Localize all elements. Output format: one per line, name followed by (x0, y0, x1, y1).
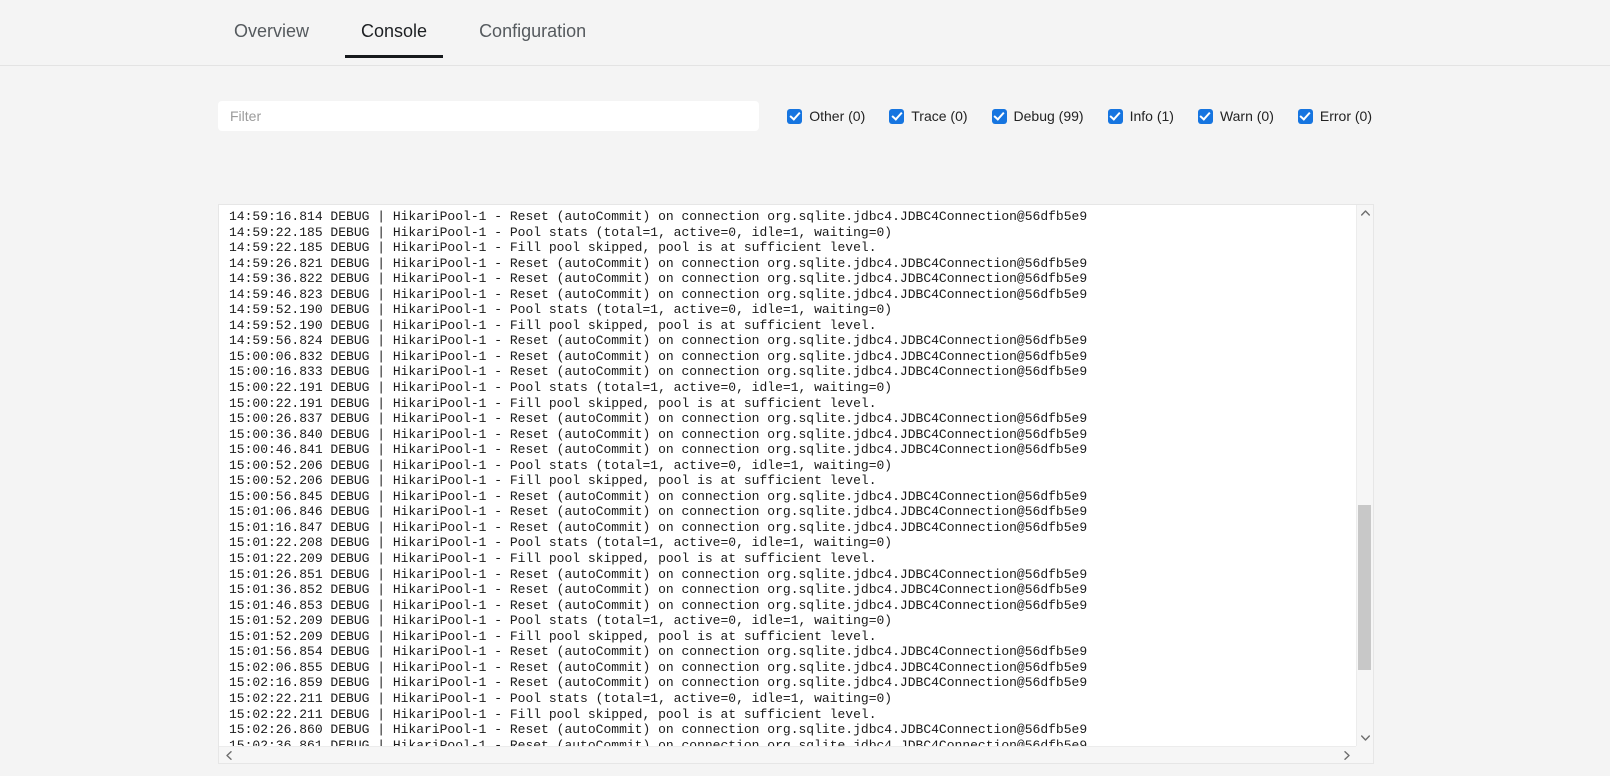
level-filter-info[interactable]: Info (1) (1107, 108, 1174, 124)
console-panel: Other (0) Trace (0) Debug (99) Info (1) … (0, 66, 1610, 776)
log-line: 15:02:26.860 DEBUG | HikariPool-1 - Rese… (229, 722, 1088, 738)
log-line: 14:59:56.824 DEBUG | HikariPool-1 - Rese… (229, 333, 1088, 349)
scrollbar-corner (1356, 746, 1373, 763)
level-filter-trace[interactable]: Trace (0) (889, 108, 968, 124)
log-line: 15:02:22.211 DEBUG | HikariPool-1 - Fill… (229, 706, 877, 722)
level-filter-other-label: Other (0) (809, 108, 866, 124)
log-line: 15:01:52.209 DEBUG | HikariPool-1 - Pool… (229, 613, 893, 629)
log-line: 15:00:06.832 DEBUG | HikariPool-1 - Rese… (229, 348, 1088, 364)
chevron-left-icon[interactable] (221, 747, 237, 763)
log-line: 15:00:16.833 DEBUG | HikariPool-1 - Rese… (229, 364, 1088, 380)
log-line: 15:01:16.847 DEBUG | HikariPool-1 - Rese… (229, 519, 1088, 535)
log-line: 14:59:26.821 DEBUG | HikariPool-1 - Rese… (229, 255, 1088, 271)
log-line: 14:59:16.814 DEBUG | HikariPool-1 - Rese… (229, 209, 1088, 224)
log-line: 15:01:22.209 DEBUG | HikariPool-1 - Fill… (229, 551, 877, 567)
tab-configuration[interactable]: Configuration (463, 0, 602, 58)
log-line: 15:00:22.191 DEBUG | HikariPool-1 - Fill… (229, 395, 877, 411)
log-line: 15:01:46.853 DEBUG | HikariPool-1 - Rese… (229, 597, 1088, 613)
log-line: 15:00:52.206 DEBUG | HikariPool-1 - Pool… (229, 457, 893, 473)
checkbox-debug[interactable] (991, 108, 1007, 124)
checkbox-other[interactable] (787, 108, 803, 124)
tab-console-label: Console (361, 21, 428, 41)
log-line: 15:00:22.191 DEBUG | HikariPool-1 - Pool… (229, 380, 893, 396)
log-vertical-scrollbar[interactable] (1356, 205, 1373, 746)
log-line: 15:00:46.841 DEBUG | HikariPool-1 - Rese… (229, 442, 1088, 458)
log-line: 15:00:52.206 DEBUG | HikariPool-1 - Fill… (229, 473, 877, 489)
log-level-filters: Other (0) Trace (0) Debug (99) Info (1) … (787, 108, 1372, 124)
log-line: 15:00:26.837 DEBUG | HikariPool-1 - Rese… (229, 411, 1088, 427)
tab-bar: Overview Console Configuration (0, 0, 1610, 66)
chevron-up-icon[interactable] (1357, 205, 1373, 221)
level-filter-debug[interactable]: Debug (99) (991, 108, 1084, 124)
checkbox-trace[interactable] (889, 108, 905, 124)
log-line: 15:02:22.211 DEBUG | HikariPool-1 - Pool… (229, 690, 893, 706)
log-line: 15:02:36.861 DEBUG | HikariPool-1 - Rese… (229, 737, 1088, 746)
log-line: 15:01:36.852 DEBUG | HikariPool-1 - Rese… (229, 582, 1088, 598)
checkbox-error[interactable] (1297, 108, 1313, 124)
checkbox-info[interactable] (1107, 108, 1123, 124)
log-line: 15:01:06.846 DEBUG | HikariPool-1 - Rese… (229, 504, 1088, 520)
tab-overview[interactable]: Overview (218, 0, 325, 58)
level-filter-trace-label: Trace (0) (911, 108, 968, 124)
log-line: 15:01:22.208 DEBUG | HikariPool-1 - Pool… (229, 535, 893, 551)
level-filter-warn[interactable]: Warn (0) (1197, 108, 1274, 124)
level-filter-error[interactable]: Error (0) (1297, 108, 1372, 124)
log-horizontal-scrollbar[interactable] (219, 746, 1373, 763)
log-line: 14:59:36.822 DEBUG | HikariPool-1 - Rese… (229, 271, 1088, 287)
level-filter-debug-label: Debug (99) (1013, 108, 1084, 124)
log-output-panel: 14:59:16.814 DEBUG | HikariPool-1 - Rese… (218, 204, 1374, 764)
tab-overview-label: Overview (234, 21, 310, 41)
log-line: 15:00:36.840 DEBUG | HikariPool-1 - Rese… (229, 426, 1088, 442)
log-line: 15:01:56.854 DEBUG | HikariPool-1 - Rese… (229, 644, 1088, 660)
level-filter-info-label: Info (1) (1129, 108, 1174, 124)
log-line: 14:59:22.185 DEBUG | HikariPool-1 - Pool… (229, 224, 893, 240)
filter-input[interactable] (218, 101, 760, 131)
log-line: 15:02:06.855 DEBUG | HikariPool-1 - Rese… (229, 659, 1088, 675)
level-filter-error-label: Error (0) (1319, 108, 1372, 124)
chevron-right-icon[interactable] (1339, 747, 1355, 763)
log-line: 15:00:56.845 DEBUG | HikariPool-1 - Rese… (229, 488, 1088, 504)
chevron-down-icon[interactable] (1357, 730, 1373, 746)
log-line: 14:59:22.185 DEBUG | HikariPool-1 - Fill… (229, 240, 877, 256)
vertical-scroll-thumb[interactable] (1358, 505, 1371, 670)
console-toolbar: Other (0) Trace (0) Debug (99) Info (1) … (218, 66, 1372, 131)
tab-console[interactable]: Console (345, 0, 444, 58)
level-filter-other[interactable]: Other (0) (787, 108, 865, 124)
tab-configuration-label: Configuration (479, 21, 587, 41)
log-line: 15:01:52.209 DEBUG | HikariPool-1 - Fill… (229, 628, 877, 644)
log-body: 14:59:16.814 DEBUG | HikariPool-1 - Rese… (219, 205, 1373, 746)
checkbox-warn[interactable] (1197, 108, 1213, 124)
log-line: 15:02:16.859 DEBUG | HikariPool-1 - Rese… (229, 675, 1088, 691)
level-filter-warn-label: Warn (0) (1219, 108, 1274, 124)
log-lines[interactable]: 14:59:16.814 DEBUG | HikariPool-1 - Rese… (219, 205, 1356, 746)
log-line: 14:59:52.190 DEBUG | HikariPool-1 - Fill… (229, 317, 877, 333)
log-line: 15:01:26.851 DEBUG | HikariPool-1 - Rese… (229, 566, 1088, 582)
log-line: 14:59:46.823 DEBUG | HikariPool-1 - Rese… (229, 286, 1088, 302)
log-line: 14:59:52.190 DEBUG | HikariPool-1 - Pool… (229, 302, 893, 318)
